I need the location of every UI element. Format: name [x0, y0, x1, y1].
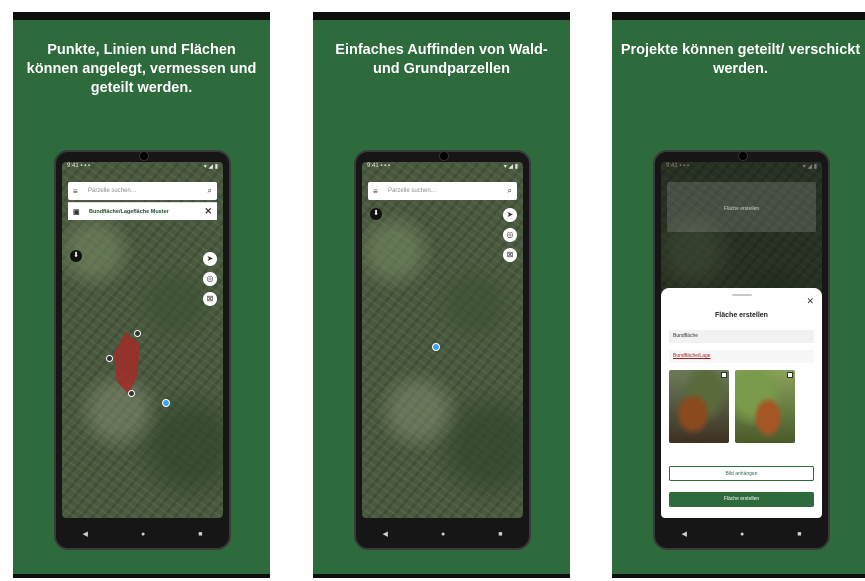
attach-image-button[interactable]: Bild anhängen	[669, 466, 814, 481]
measure-icon[interactable]: ⊠	[203, 292, 217, 306]
front-camera	[737, 151, 748, 161]
panel-caption: Projekte können geteilt/ verschickt werd…	[620, 42, 861, 77]
compass-icon[interactable]: ⬇	[370, 208, 382, 220]
menu-icon[interactable]: ≡	[373, 187, 382, 196]
search-bar[interactable]: ≡ Parzelle suchen… ⌕	[68, 182, 217, 200]
photo-select-checkbox[interactable]	[721, 372, 727, 378]
front-camera	[438, 151, 449, 161]
compass-icon[interactable]: ⬇	[70, 250, 82, 262]
sheet-title: Fläche erstellen	[715, 312, 768, 319]
polygon-vertex[interactable]	[134, 330, 141, 337]
search-icon[interactable]: ⌕	[208, 186, 212, 196]
panel-bottom-border	[313, 574, 570, 578]
screenshot-panel-3: Projekte können geteilt/ verschickt werd…	[612, 12, 865, 578]
gps-location-dot	[432, 343, 440, 351]
panel-top-border	[313, 12, 570, 20]
status-right: ▾ ◢ ▮	[203, 164, 218, 170]
drawn-area-polygon[interactable]	[114, 332, 140, 394]
close-icon[interactable]: ✕	[806, 296, 814, 307]
status-left: 9:41 ▪ ▪ ▪	[367, 163, 391, 169]
screenshot-panel-1: Punkte, Linien und Flächen können angele…	[13, 12, 270, 578]
map-screen[interactable]: 9:41 ▪ ▪ ▪ ▾ ◢ ▮ ≡ Parzelle suchen… ⌕ ▣ …	[62, 162, 223, 518]
panel-bottom-border	[612, 574, 865, 578]
background-card: Fläche erstellen	[667, 182, 816, 232]
nav-back-button[interactable]: ◀	[383, 530, 388, 538]
layers-icon[interactable]: ◎	[503, 228, 517, 242]
search-bar[interactable]: ≡ Parzelle suchen… ⌕	[368, 182, 517, 200]
create-area-button[interactable]: Fläche erstellen	[669, 492, 814, 507]
panel-top-border	[612, 12, 865, 20]
status-bar: 9:41 ▪ ▪ ▪ ▾ ◢ ▮	[62, 162, 223, 171]
phone-frame: 9:41 ▪ ▪ ▪ ▾ ◢ ▮ Fläche erstellen ✕ Fläc…	[653, 150, 830, 550]
sheet-drag-handle[interactable]	[731, 294, 752, 296]
status-bar: 9:41 ▪ ▪ ▪ ▾ ◢ ▮	[362, 162, 523, 171]
phone-frame: 9:41 ▪ ▪ ▪ ▾ ◢ ▮ ≡ Parzelle suchen… ⌕ ⬇ …	[354, 150, 531, 550]
phone-frame: 9:41 ▪ ▪ ▪ ▾ ◢ ▮ ≡ Parzelle suchen… ⌕ ▣ …	[54, 150, 231, 550]
area-name-field[interactable]: Bundfläche	[669, 330, 814, 343]
create-area-sheet: ✕ Fläche erstellen Bundfläche Bundfläche…	[661, 288, 822, 518]
polygon-vertex[interactable]	[106, 355, 113, 362]
panel-caption: Punkte, Linien und Flächen können angele…	[26, 42, 257, 96]
navigation-arrow-icon[interactable]: ➤	[203, 252, 217, 266]
map-screen[interactable]: 9:41 ▪ ▪ ▪ ▾ ◢ ▮ ≡ Parzelle suchen… ⌕ ⬇ …	[362, 162, 523, 518]
nav-recents-button[interactable]: ■	[498, 531, 502, 538]
panel-top-border	[13, 12, 270, 20]
attached-photo[interactable]	[735, 370, 795, 443]
search-input[interactable]: Parzelle suchen…	[382, 188, 508, 194]
area-link-field[interactable]: Bundfläche/Lage	[669, 350, 814, 363]
navigation-arrow-icon[interactable]: ➤	[503, 208, 517, 222]
screenshot-panel-2: Einfaches Auffinden von Wald- und Grundp…	[313, 12, 570, 578]
close-icon[interactable]: ✕	[204, 206, 212, 217]
attached-photo[interactable]	[669, 370, 729, 443]
map-screen: 9:41 ▪ ▪ ▪ ▾ ◢ ▮ Fläche erstellen ✕ Fläc…	[661, 162, 822, 518]
panel-caption: Einfaches Auffinden von Wald- und Grundp…	[335, 42, 548, 77]
android-nav-bar: ◀ ● ■	[56, 520, 229, 548]
android-nav-bar: ◀ ● ■	[655, 520, 828, 548]
background-card-text: Fläche erstellen	[723, 206, 760, 212]
photo-select-checkbox[interactable]	[787, 372, 793, 378]
nav-back-button[interactable]: ◀	[83, 530, 88, 538]
status-left: 9:41 ▪ ▪ ▪	[67, 163, 91, 169]
nav-recents-button[interactable]: ■	[797, 531, 801, 538]
nav-recents-button[interactable]: ■	[198, 531, 202, 538]
menu-icon[interactable]: ≡	[73, 187, 82, 196]
panel-bottom-border	[13, 574, 270, 578]
android-nav-bar: ◀ ● ■	[356, 520, 529, 548]
nav-back-button[interactable]: ◀	[682, 530, 687, 538]
polygon-vertex[interactable]	[128, 390, 135, 397]
selected-area-label: Bundfläche/Lagefläche Muster	[89, 208, 169, 215]
selected-area-row[interactable]: ▣ Bundfläche/Lagefläche Muster ✕	[68, 202, 217, 220]
gps-location-dot	[162, 399, 170, 407]
search-icon[interactable]: ⌕	[508, 186, 512, 196]
nav-home-button[interactable]: ●	[740, 531, 744, 538]
nav-home-button[interactable]: ●	[441, 531, 445, 538]
status-right: ▾ ◢ ▮	[503, 164, 518, 170]
measure-icon[interactable]: ⊠	[503, 248, 517, 262]
area-icon: ▣	[73, 208, 80, 216]
search-input[interactable]: Parzelle suchen…	[82, 188, 208, 194]
front-camera	[138, 151, 149, 161]
nav-home-button[interactable]: ●	[141, 531, 145, 538]
layers-icon[interactable]: ◎	[203, 272, 217, 286]
